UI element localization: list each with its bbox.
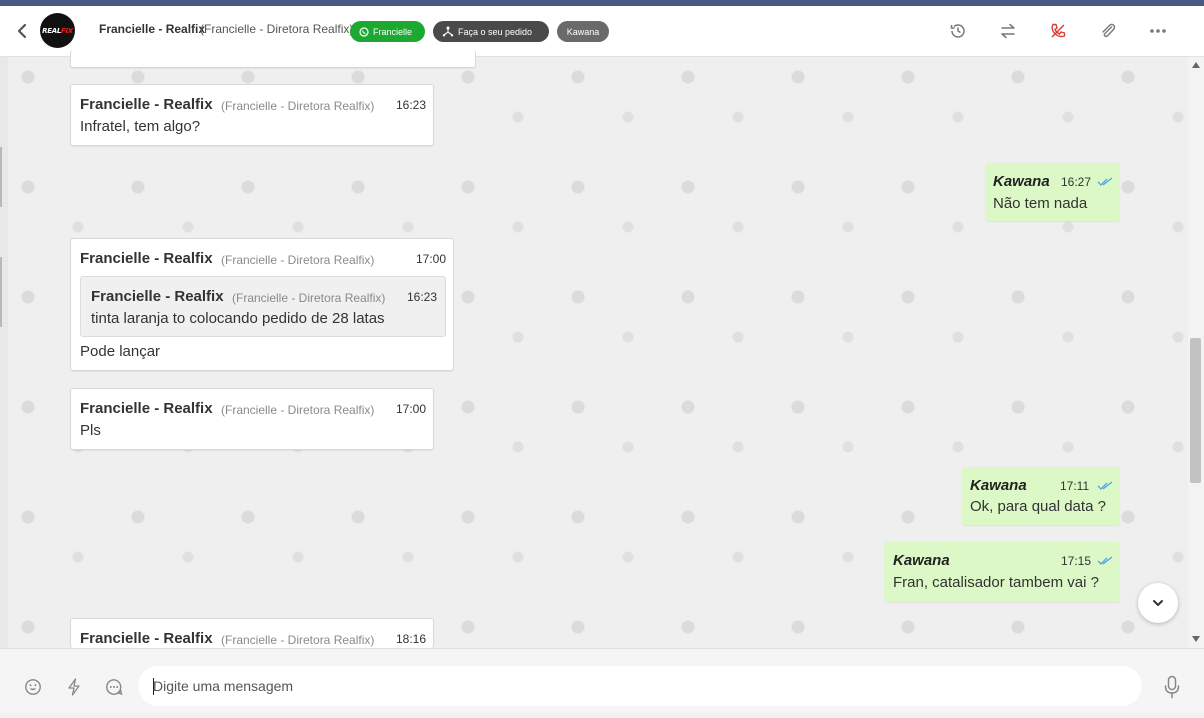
hangup-icon — [1051, 23, 1066, 38]
emoji-icon — [25, 679, 41, 695]
attach-icon — [1102, 23, 1116, 38]
message-text: Pls — [80, 422, 101, 439]
message-time: 17:11 — [1060, 479, 1090, 493]
emoji-button[interactable] — [23, 677, 43, 697]
quoted-message[interactable]: Francielle - Realfix (Francielle - Diret… — [80, 276, 446, 337]
message-time: 17:00 — [416, 252, 447, 266]
message-text: Infratel, tem algo? — [80, 118, 201, 135]
record-audio-button[interactable] — [1162, 675, 1182, 699]
message-sender: Francielle - Realfix — [80, 400, 213, 417]
read-ticks-icon — [1097, 481, 1113, 490]
history-icon — [950, 24, 965, 38]
message-bubble-incoming[interactable]: Francielle - Realfix (Francielle - Diret… — [70, 388, 434, 450]
back-icon — [17, 23, 27, 39]
scroll-down-arrow[interactable] — [1192, 636, 1200, 642]
agent-tag-label: Kawana — [566, 26, 600, 37]
message-bubble-incoming[interactable]: Francielle - Realfix (Francielle - Diret… — [70, 84, 434, 146]
quoted-sender: Francielle - Realfix — [91, 288, 224, 305]
quoted-time: 16:23 — [407, 290, 438, 304]
message-agent: Kawana — [970, 477, 1027, 494]
message-time: 17:00 — [396, 402, 427, 416]
window-bottom-strip — [0, 713, 1204, 718]
message-bubble-partial[interactable] — [70, 50, 476, 68]
message-bubble-incoming[interactable]: Francielle - Realfix (Francielle - Diret… — [70, 618, 434, 648]
message-sender: Francielle - Realfix — [80, 630, 213, 647]
message-bubble-outgoing[interactable]: Kawana 17:15 Fran, catalisador tambem va… — [884, 542, 1120, 602]
message-sender-role: (Francielle - Diretora Realfix) — [221, 403, 375, 417]
message-bubble-incoming-reply[interactable]: Francielle - Realfix (Francielle - Diret… — [70, 238, 454, 371]
scroll-up-arrow[interactable] — [1192, 62, 1200, 68]
contact-name: Francielle - Realfix — [99, 22, 206, 36]
read-ticks-icon — [1097, 177, 1113, 186]
quick-reply-icon — [106, 679, 123, 696]
message-text: Fran, catalisador tambem vai ? — [893, 574, 1099, 591]
contact-role: (Francielle - Diretora Realfix) — [200, 22, 354, 36]
lightning-icon — [68, 678, 80, 696]
avatar[interactable]: REALFIX — [40, 13, 75, 48]
message-sender: Francielle - Realfix — [80, 250, 213, 267]
message-time: 16:27 — [1061, 175, 1092, 189]
message-bubble-outgoing[interactable]: Kawana 16:27 Não tem nada — [985, 163, 1120, 221]
attach-button[interactable] — [1098, 21, 1118, 41]
message-sender-role: (Francielle - Diretora Realfix) — [221, 253, 375, 267]
text-cursor — [153, 678, 154, 695]
quick-reply-button[interactable] — [104, 677, 124, 697]
message-time: 17:15 — [1061, 554, 1092, 568]
message-agent: Kawana — [893, 552, 950, 569]
chevron-down-icon — [1153, 600, 1163, 606]
message-time: 18:16 — [396, 632, 427, 646]
hangup-button[interactable] — [1048, 21, 1068, 41]
message-time: 16:23 — [396, 98, 427, 112]
scrollbar-thumb[interactable] — [1190, 338, 1201, 483]
more-options-button[interactable] — [1148, 21, 1168, 41]
message-text: Pode lançar — [80, 343, 161, 360]
flow-icon — [442, 26, 454, 37]
whatsapp-channel-tag[interactable]: Francielle — [350, 21, 425, 42]
back-button[interactable] — [12, 20, 32, 42]
transfer-button[interactable] — [998, 21, 1018, 41]
order-tag-label: Faça o seu pedido — [458, 26, 533, 37]
microphone-icon — [1164, 675, 1180, 699]
message-bubble-outgoing[interactable]: Kawana 17:11 Ok, para qual data ? — [962, 467, 1120, 525]
message-sender-role: (Francielle - Diretora Realfix) — [221, 99, 375, 113]
read-ticks-icon — [1097, 556, 1113, 565]
quoted-sender-role: (Francielle - Diretora Realfix) — [232, 291, 386, 305]
sidebar-edge — [0, 57, 8, 648]
message-input[interactable] — [138, 666, 1142, 706]
message-agent: Kawana — [993, 173, 1050, 190]
agent-tag[interactable]: Kawana — [557, 21, 609, 42]
avatar-logo-text: REALFIX — [42, 26, 73, 35]
quick-actions-button[interactable] — [64, 677, 84, 697]
more-icon — [1150, 29, 1166, 33]
history-button[interactable] — [948, 21, 968, 41]
whatsapp-tag-label: Francielle — [373, 26, 413, 37]
quoted-text: tinta laranja to colocando pedido de 28 … — [91, 310, 385, 327]
message-text: Ok, para qual data ? — [970, 498, 1106, 515]
whatsapp-icon — [359, 26, 369, 37]
order-flow-tag[interactable]: Faça o seu pedido — [433, 21, 549, 42]
message-sender-role: (Francielle - Diretora Realfix) — [221, 633, 375, 647]
message-text: Não tem nada — [993, 195, 1088, 212]
message-sender: Francielle - Realfix — [80, 96, 213, 113]
scroll-to-bottom-button[interactable] — [1138, 583, 1178, 623]
transfer-icon — [1001, 23, 1015, 39]
